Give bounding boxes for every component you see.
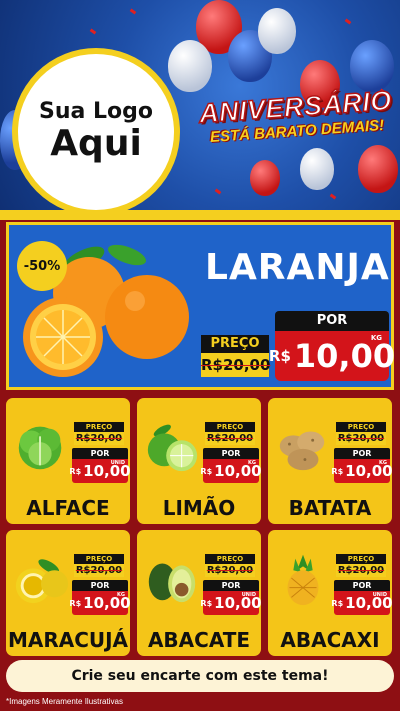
old-price-label: PREÇO [205,554,255,564]
price-unit: KG [370,334,382,342]
confetti-icon [344,18,352,25]
balloon-white-icon [168,40,212,92]
product-name: BATATA [288,496,372,520]
new-price-label: POR [72,448,128,459]
confetti-icon [329,193,337,200]
old-price-label: PREÇO [205,422,255,432]
currency-symbol: R$ [331,598,344,608]
avocado-icon [148,563,196,603]
new-price-tag: POR R$ 10,00 UNID [331,580,393,615]
logo-text-line2: Aqui [50,123,142,165]
header-banner: Sua Logo Aqui ANIVERSÁRIO ESTÁ BARATO DE… [0,0,400,215]
price-unit: KG [379,460,387,466]
product-card[interactable]: PREÇO R$20,00 POR R$ 10,00 UNID ALFACE [6,398,131,524]
old-price-tag: PREÇO R$20,00 [74,422,124,445]
old-price-value: R$20,00 [74,564,124,577]
new-price-tag: POR R$ 10,00 KG [200,448,262,483]
confetti-icon [129,8,137,15]
flyer-page: Sua Logo Aqui ANIVERSÁRIO ESTÁ BARATO DE… [0,0,400,711]
old-price-value: R$20,00 [336,432,386,445]
balloon-red-icon [250,160,280,196]
product-card[interactable]: PREÇO R$20,00 POR R$ 10,00 UNID ABACAXI [268,530,393,656]
old-price-label: PREÇO [336,422,386,432]
balloon-blue-icon [350,40,394,92]
old-price-tag: PREÇO R$20,00 [205,554,255,577]
cta-banner[interactable]: Crie seu encarte com este tema! [6,660,394,692]
new-price-tag: POR R$ 10,00 KG [69,580,131,615]
product-card[interactable]: PREÇO R$20,00 POR R$ 10,00 UNID ABACATE [137,530,262,656]
currency-symbol: R$ [200,598,213,608]
new-price-value-box: R$ 10,00 KG [200,459,262,483]
confetti-icon [89,28,97,35]
old-price-label: PREÇO [201,335,269,353]
currency-symbol: R$ [69,598,82,608]
new-price-label: POR [203,448,259,459]
old-price-tag: PREÇO R$20,00 [201,335,270,377]
new-price-label: POR [334,580,390,591]
divider-stripe [0,210,400,220]
potato-icon [279,431,325,471]
old-price-tag: PREÇO R$20,00 [205,422,255,445]
new-price-label: POR [275,311,389,331]
price-unit: KG [248,460,256,466]
product-name: LIMÃO [162,496,236,520]
new-price-value: 10,00 [293,337,396,375]
price-unit: KG [117,592,125,598]
new-price-tag: POR R$ 10,00 UNID [69,448,131,483]
product-name: ALFACE [26,496,110,520]
new-price-value-box: R$ 10,00 KG [269,331,395,381]
currency-symbol: R$ [200,466,213,476]
new-price-value-box: R$ 10,00 KG [331,459,393,483]
passion-fruit-icon [15,559,69,604]
logo-placeholder: Sua Logo Aqui [12,48,180,215]
old-price-tag: PREÇO R$20,00 [336,554,386,577]
product-name: ABACATE [147,628,251,652]
new-price-tag: POR R$ 10,00 KG [269,311,395,385]
anniversary-banner: ANIVERSÁRIO ESTÁ BARATO DEMAIS! [195,85,398,147]
pineapple-icon [287,554,319,606]
balloon-white-icon [300,148,334,190]
old-price-value: R$20,00 [205,564,255,577]
new-price-label: POR [334,448,390,459]
lettuce-icon [18,426,62,470]
old-price-value: R$20,00 [201,353,270,377]
new-price-value-box: R$ 10,00 UNID [200,591,262,615]
new-price-label: POR [203,580,259,591]
old-price-value: R$20,00 [336,564,386,577]
currency-symbol: R$ [268,347,291,365]
price-unit: UNID [241,592,256,598]
price-unit: UNID [110,460,125,466]
old-price-value: R$20,00 [74,432,124,445]
balloon-red-icon [358,145,398,193]
old-price-tag: PREÇO R$20,00 [336,422,386,445]
new-price-value-box: R$ 10,00 KG [69,591,131,615]
disclaimer-text: *Imagens Meramente Ilustrativas [6,697,123,706]
old-price-label: PREÇO [74,422,124,432]
discount-badge: -50% [17,241,67,291]
old-price-label: PREÇO [336,554,386,564]
confetti-icon [214,188,222,195]
old-price-tag: PREÇO R$20,00 [74,554,124,577]
lime-icon [147,424,198,472]
featured-product-card[interactable]: -50% LARANJA PREÇO R$20,00 POR R$ 10,00 … [6,222,395,390]
new-price-label: POR [72,580,128,591]
currency-symbol: R$ [331,466,344,476]
balloon-white-icon [258,8,296,54]
product-card[interactable]: PREÇO R$20,00 POR R$ 10,00 KG MARACUJÁ [6,530,131,656]
product-name: ABACAXI [280,628,380,652]
currency-symbol: R$ [69,466,82,476]
new-price-tag: POR R$ 10,00 KG [331,448,393,483]
product-card[interactable]: PREÇO R$20,00 POR R$ 10,00 KG BATATA [268,398,393,524]
price-unit: UNID [372,592,387,598]
product-name: MARACUJÁ [7,628,129,652]
new-price-tag: POR R$ 10,00 UNID [200,580,262,615]
product-card[interactable]: PREÇO R$20,00 POR R$ 10,00 KG LIMÃO [137,398,262,524]
new-price-value-box: R$ 10,00 UNID [331,591,393,615]
new-price-value-box: R$ 10,00 UNID [69,459,131,483]
featured-product-name: LARANJA [205,247,390,288]
old-price-value: R$20,00 [205,432,255,445]
logo-text-line1: Sua Logo [38,99,153,125]
old-price-label: PREÇO [74,554,124,564]
